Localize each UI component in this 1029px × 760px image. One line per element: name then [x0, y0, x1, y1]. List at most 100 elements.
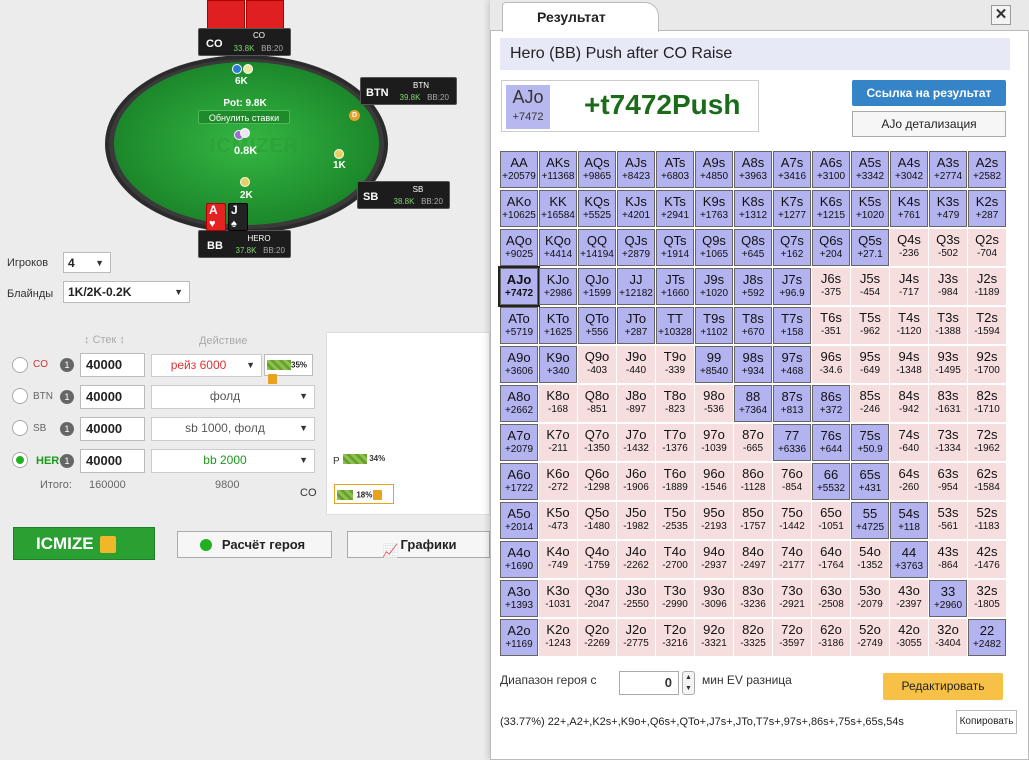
hand-cell[interactable]: K3o -1031	[539, 580, 577, 617]
hand-cell[interactable]: 92s -1700	[968, 346, 1006, 383]
hand-cell[interactable]: Q3o -2047	[578, 580, 616, 617]
hand-cell[interactable]: K6o -272	[539, 463, 577, 500]
hand-cell[interactable]: AJo +7472	[498, 266, 540, 307]
hand-cell[interactable]: J7s +96.9	[773, 268, 811, 305]
hand-cell[interactable]: J2o -2775	[617, 619, 655, 656]
hand-cell[interactable]: T6s -351	[812, 307, 850, 344]
hand-cell[interactable]: 32s -1805	[968, 580, 1006, 617]
hand-cell[interactable]: T7s +158	[773, 307, 811, 344]
p-range-percent[interactable]: 34%	[343, 454, 395, 468]
hand-cell[interactable]: 75o -1442	[773, 502, 811, 539]
hand-cell[interactable]: 85o -1757	[734, 502, 772, 539]
hand-cell[interactable]: Q5o -1480	[578, 502, 616, 539]
hand-cell[interactable]: K4o -749	[539, 541, 577, 578]
hand-cell[interactable]: T6o -1889	[656, 463, 694, 500]
hand-cell[interactable]: K9s +1763	[695, 190, 733, 227]
hand-cell[interactable]: T9o -339	[656, 346, 694, 383]
hand-cell[interactable]: T5o -2535	[656, 502, 694, 539]
hand-cell[interactable]: 97s +468	[773, 346, 811, 383]
hand-cell[interactable]: 44 +3763	[890, 541, 928, 578]
hand-cell[interactable]: 84o -2497	[734, 541, 772, 578]
hand-cell[interactable]: 88 +7364	[734, 385, 772, 422]
hand-cell[interactable]: 65s +431	[851, 463, 889, 500]
players-select[interactable]: 4 ▼	[63, 252, 111, 273]
hand-cell[interactable]: 74o -2177	[773, 541, 811, 578]
hand-cell[interactable]: A6s +3100	[812, 151, 850, 188]
hand-cell[interactable]: 54o -1352	[851, 541, 889, 578]
hand-cell[interactable]: AJs +8423	[617, 151, 655, 188]
chevron-up-icon[interactable]: ▲	[685, 674, 692, 681]
hand-cell[interactable]: 66 +5532	[812, 463, 850, 500]
co-stack-input[interactable]: 40000	[80, 353, 145, 377]
hand-cell[interactable]: 87o -665	[734, 424, 772, 461]
hand-cell[interactable]: 76s +644	[812, 424, 850, 461]
hand-cell[interactable]: 75s +50.9	[851, 424, 889, 461]
hand-cell[interactable]: K4s +761	[890, 190, 928, 227]
close-icon[interactable]: ✕	[991, 5, 1011, 25]
hand-cell[interactable]: 98s +934	[734, 346, 772, 383]
hand-cell[interactable]: 97o -1039	[695, 424, 733, 461]
hand-cell[interactable]: 52s -1183	[968, 502, 1006, 539]
tab-result[interactable]: Результат	[502, 2, 659, 32]
hand-cell[interactable]: J7o -1432	[617, 424, 655, 461]
hand-cell[interactable]: A5o +2014	[500, 502, 538, 539]
hand-cell[interactable]: Q4s -236	[890, 229, 928, 266]
hand-cell[interactable]: 63s -954	[929, 463, 967, 500]
hand-cell[interactable]: A9s +4850	[695, 151, 733, 188]
hand-cell[interactable]: J6o -1906	[617, 463, 655, 500]
hand-cell[interactable]: A3s +2774	[929, 151, 967, 188]
hand-cell[interactable]: Q3s -502	[929, 229, 967, 266]
hero-action-select[interactable]: bb 2000 ▼	[151, 449, 315, 473]
seat-btn[interactable]: BTN BTN 39.8K BB:20	[360, 77, 457, 105]
hand-cell[interactable]: J3s -984	[929, 268, 967, 305]
hand-cell[interactable]: J4o -2262	[617, 541, 655, 578]
hand-cell[interactable]: 86o -1128	[734, 463, 772, 500]
hand-cell[interactable]: T3o -2990	[656, 580, 694, 617]
sb-radio[interactable]	[12, 420, 28, 436]
hand-cell[interactable]: JJ +12182	[617, 268, 655, 305]
hand-cell[interactable]: Q6o -1298	[578, 463, 616, 500]
hand-cell[interactable]: 82s -1710	[968, 385, 1006, 422]
hand-cell[interactable]: A2s +2582	[968, 151, 1006, 188]
seat-sb[interactable]: SB SB 38.8K BB:20	[357, 181, 450, 209]
hand-cell[interactable]: Q7s +162	[773, 229, 811, 266]
hand-cell[interactable]: 95s -649	[851, 346, 889, 383]
hand-cell[interactable]: JTs +1660	[656, 268, 694, 305]
icmize-button[interactable]: ICMIZE	[13, 527, 155, 560]
hand-cell[interactable]: 32o -3404	[929, 619, 967, 656]
hand-cell[interactable]: 93s -1495	[929, 346, 967, 383]
seat-co[interactable]: CO CO 33.8K BB:20	[198, 28, 291, 56]
hand-cell[interactable]: 72s -1962	[968, 424, 1006, 461]
hand-cell[interactable]: 74s -640	[890, 424, 928, 461]
hand-cell[interactable]: 77 +6336	[773, 424, 811, 461]
hand-cell[interactable]: 52o -2749	[851, 619, 889, 656]
hand-cell[interactable]: J8s +592	[734, 268, 772, 305]
graphs-button[interactable]: 📈 Графики	[347, 531, 490, 558]
hand-cell[interactable]: J3o -2550	[617, 580, 655, 617]
hand-cell[interactable]: K2o -1243	[539, 619, 577, 656]
hand-cell[interactable]: 53o -2079	[851, 580, 889, 617]
co-radio[interactable]	[12, 357, 28, 373]
hand-cell[interactable]: 62o -3186	[812, 619, 850, 656]
hand-cell[interactable]: ATo +5719	[500, 307, 538, 344]
hand-cell[interactable]: 53s -561	[929, 502, 967, 539]
hand-cell[interactable]: A4o +1690	[500, 541, 538, 578]
hand-cell[interactable]: J9s +1020	[695, 268, 733, 305]
sb-action-select[interactable]: sb 1000, фолд ▼	[151, 417, 315, 441]
hand-cell[interactable]: 96o -1546	[695, 463, 733, 500]
hand-cell[interactable]: K7o -211	[539, 424, 577, 461]
hand-cell[interactable]: 43s -864	[929, 541, 967, 578]
hand-cell[interactable]: Q9s +1065	[695, 229, 733, 266]
hand-cell[interactable]: 22 +2482	[968, 619, 1006, 656]
hand-cell[interactable]: J5o -1982	[617, 502, 655, 539]
hand-cell[interactable]: A7s +3416	[773, 151, 811, 188]
hand-cell[interactable]: K5o -473	[539, 502, 577, 539]
hand-cell[interactable]: J8o -897	[617, 385, 655, 422]
hand-cell[interactable]: J5s -454	[851, 268, 889, 305]
hand-cell[interactable]: 65o -1051	[812, 502, 850, 539]
hand-cell[interactable]: Q5s +27.1	[851, 229, 889, 266]
co-range-percent[interactable]: 35%	[264, 354, 313, 384]
zero-bets-button[interactable]: Обнулить ставки	[198, 110, 290, 124]
hand-cell[interactable]: A4s +3042	[890, 151, 928, 188]
hand-cell[interactable]: Q9o -403	[578, 346, 616, 383]
